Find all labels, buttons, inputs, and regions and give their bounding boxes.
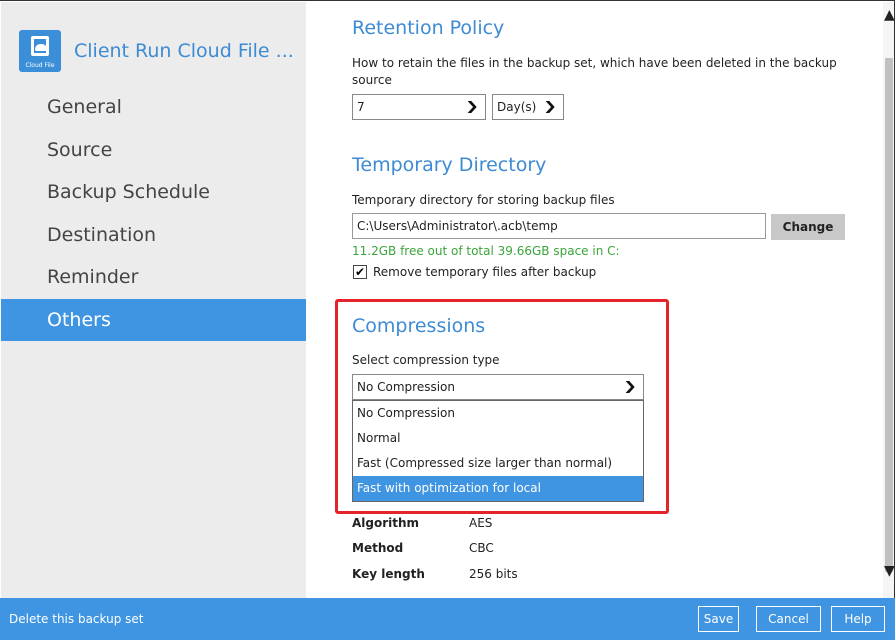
remove-temp-files-label: Remove temporary files after backup [373,265,597,279]
temp-dir-path-input[interactable]: C:\Users\Administrator\.acb\temp [352,213,766,239]
cancel-button[interactable]: Cancel [756,606,821,632]
retention-description-line2: source [352,73,392,87]
retention-value: 7 [357,100,365,114]
remove-temp-files-checkbox[interactable]: ✔ [353,265,367,279]
sidebar-item-reminder[interactable]: Reminder [1,256,306,299]
encryption-row-method: Method CBC [352,541,494,555]
encryption-value: CBC [469,541,494,555]
sidebar-item-others[interactable]: Others [1,298,306,341]
encryption-key: Algorithm [352,516,420,530]
dropdown-option-fast[interactable]: Fast (Compressed size larger than normal… [353,451,643,476]
settings-window: Cloud File Client Run Cloud File ... Gen… [0,0,895,640]
free-space-info: 11.2GB free out of total 39.66GB space i… [352,244,620,258]
compressions-heading: Compressions [352,315,486,337]
retention-heading: Retention Policy [352,17,505,39]
save-button[interactable]: Save [698,606,739,632]
retention-unit: Day(s) [497,100,537,114]
delete-backup-set-link[interactable]: Delete this backup set [9,612,143,626]
settings-content: Retention Policy How to retain the files… [306,2,882,598]
encryption-row-key-length: Key length 256 bits [352,567,518,581]
temp-dir-heading: Temporary Directory [352,154,547,176]
footer-bar: Delete this backup set Save Cancel Help [0,598,895,640]
compression-selected-value: No Compression [357,380,455,394]
compression-type-label: Select compression type [352,353,500,367]
compression-type-select[interactable]: No Compression ❯ [352,374,644,400]
sidebar-nav: General Source Backup Schedule Destinati… [1,86,306,341]
sidebar-item-destination[interactable]: Destination [1,214,306,257]
change-button[interactable]: Change [771,214,845,240]
temp-dir-label: Temporary directory for storing backup f… [352,193,615,207]
sidebar-item-general[interactable]: General [1,86,306,129]
chevron-down-icon: ❯ [464,99,480,113]
app-title: Client Run Cloud File ... [74,40,294,62]
dropdown-option-no-compression[interactable]: No Compression [353,401,643,426]
logo-caption: Cloud File [25,62,55,69]
scroll-down-arrow-icon[interactable]: ▼ [884,563,895,579]
sidebar-item-source[interactable]: Source [1,129,306,172]
app-header: Cloud File Client Run Cloud File ... [19,30,294,72]
sidebar: Cloud File Client Run Cloud File ... Gen… [1,2,306,598]
compression-dropdown-list: No Compression Normal Fast (Compressed s… [352,400,644,502]
chevron-down-icon: ❯ [542,99,558,113]
scrollbar-thumb[interactable] [885,58,893,572]
encryption-key: Method [352,541,404,555]
retention-value-select[interactable]: 7 ❯ [352,94,486,120]
encryption-value: AES [469,516,493,530]
dropdown-option-fast-optimized-local[interactable]: Fast with optimization for local [353,476,643,501]
encryption-value: 256 bits [469,567,518,581]
help-button[interactable]: Help [831,606,885,632]
retention-unit-select[interactable]: Day(s) ❯ [492,94,564,120]
cloud-file-icon: Cloud File [19,30,61,72]
sidebar-item-backup-schedule[interactable]: Backup Schedule [1,171,306,214]
chevron-down-icon: ❯ [622,379,638,393]
retention-description-line1: How to retain the files in the backup se… [352,56,837,70]
scroll-up-arrow-icon[interactable]: ▲ [884,7,895,23]
encryption-row-algorithm: Algorithm AES [352,516,492,530]
encryption-key: Key length [352,567,425,581]
dropdown-option-normal[interactable]: Normal [353,426,643,451]
